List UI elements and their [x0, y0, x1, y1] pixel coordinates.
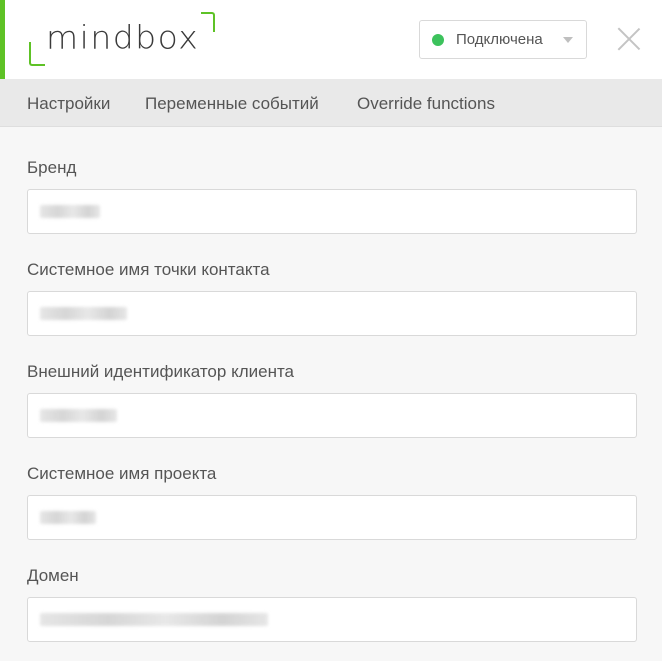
project-system-name-input[interactable] — [27, 495, 637, 540]
external-client-id-label: Внешний идентификатор клиента — [27, 362, 295, 381]
brand-label: Бренд — [27, 158, 77, 177]
brand-input[interactable] — [27, 189, 637, 234]
redacted-value — [40, 613, 268, 626]
mindbox-logo: mindbox — [29, 12, 215, 66]
redacted-value — [40, 307, 127, 320]
redacted-value — [40, 205, 100, 218]
accent-bar — [0, 0, 5, 79]
logo-corner-top-right — [201, 12, 215, 32]
domain-label: Домен — [27, 566, 79, 585]
logo-text: mindbox — [46, 18, 200, 57]
tab-bar: Настройки Переменные событий Override fu… — [0, 79, 662, 127]
tab-settings[interactable]: Настройки — [27, 94, 110, 114]
connection-status-select[interactable]: Подключена — [419, 20, 587, 59]
tab-override-functions[interactable]: Override functions — [357, 94, 495, 114]
redacted-value — [40, 511, 96, 524]
domain-input[interactable] — [27, 597, 637, 642]
contact-point-system-name-input[interactable] — [27, 291, 637, 336]
chevron-down-icon — [563, 37, 573, 43]
project-system-name-label: Системное имя проекта — [27, 464, 217, 483]
contact-point-system-name-label: Системное имя точки контакта — [27, 260, 270, 279]
logo-corner-bottom-left — [29, 42, 45, 66]
external-client-id-input[interactable] — [27, 393, 637, 438]
tab-event-variables[interactable]: Переменные событий — [145, 94, 319, 114]
status-dot-icon — [432, 34, 444, 46]
redacted-value — [40, 409, 117, 422]
close-button[interactable] — [617, 27, 641, 51]
status-label: Подключена — [456, 31, 543, 48]
